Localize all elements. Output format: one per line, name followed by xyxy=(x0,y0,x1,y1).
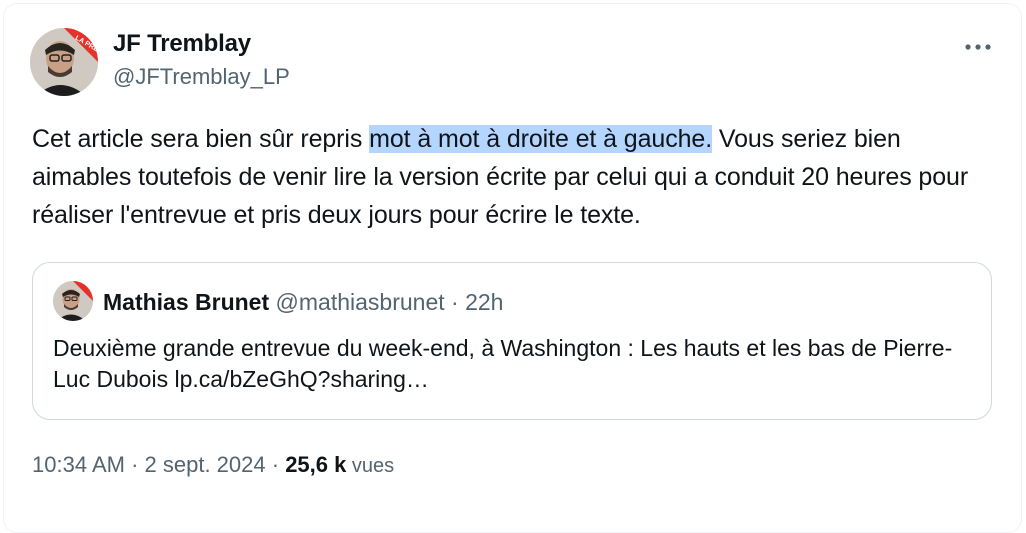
author-avatar-image: LA PRESSE xyxy=(30,28,98,96)
tweet-text: Cet article sera bien sûr repris mot à m… xyxy=(32,120,992,234)
meta-separator: · xyxy=(265,452,286,477)
quoted-time[interactable]: 22h xyxy=(465,289,503,315)
views-label: vues xyxy=(346,455,395,477)
quoted-author-name[interactable]: Mathias Brunet xyxy=(103,289,269,315)
meta-separator: · xyxy=(124,452,145,477)
quoted-author-avatar[interactable] xyxy=(53,281,93,321)
quoted-tweet-header: Mathias Brunet @mathiasbrunet · 22h xyxy=(103,289,503,316)
tweet-meta: 10:34 AM · 2 sept. 2024 · 25,6 k vues xyxy=(32,452,394,478)
author-handle[interactable]: @JFTremblay_LP xyxy=(113,64,290,90)
more-options-button[interactable] xyxy=(958,30,998,64)
tweet-date[interactable]: 2 sept. 2024 xyxy=(145,452,266,477)
tweet-text-highlighted: mot à mot à droite et à gauche. xyxy=(369,125,713,153)
quoted-tweet[interactable]: Mathias Brunet @mathiasbrunet · 22h Deux… xyxy=(32,262,992,420)
views-count[interactable]: 25,6 k xyxy=(285,452,346,477)
quoted-tweet-text: Deuxième grande entrevue du week-end, à … xyxy=(53,333,973,395)
tweet-text-part: Cet article sera bien sûr repris xyxy=(32,125,370,153)
quoted-avatar-image xyxy=(53,281,93,321)
more-horizontal-icon xyxy=(965,44,991,50)
quoted-link[interactable]: lp.ca/bZeGhQ?sharing… xyxy=(174,366,428,392)
tweet-time[interactable]: 10:34 AM xyxy=(32,452,125,477)
author-name[interactable]: JF Tremblay xyxy=(113,30,251,58)
quoted-author-handle[interactable]: @mathiasbrunet xyxy=(276,289,445,315)
author-avatar[interactable]: LA PRESSE xyxy=(30,28,98,96)
quoted-separator: · xyxy=(444,289,466,315)
